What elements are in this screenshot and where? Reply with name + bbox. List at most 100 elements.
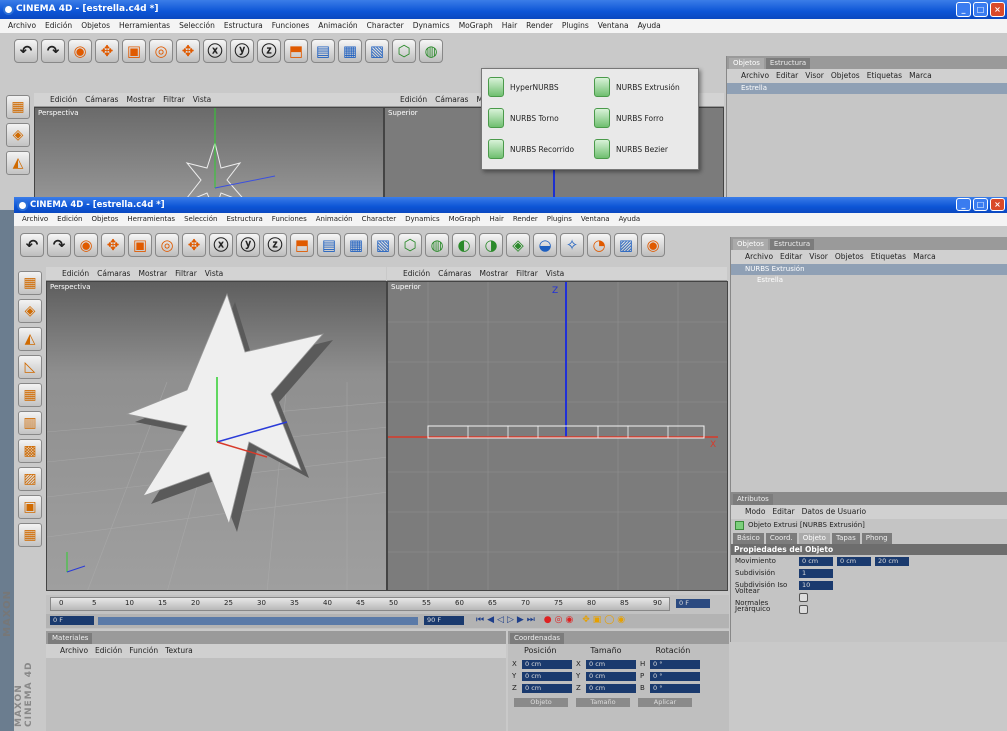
move-icon[interactable]: ✥ (95, 39, 119, 63)
obj-menu-etiquetas[interactable]: Etiquetas (871, 250, 906, 264)
object-icon[interactable]: ◈ (18, 299, 42, 323)
tab-phong[interactable]: Phong (861, 533, 892, 544)
axis-icon[interactable]: ✥ (182, 233, 206, 257)
vp-menu-mostrar[interactable]: Mostrar (126, 93, 155, 106)
obj-menu-objetos[interactable]: Objetos (831, 69, 860, 83)
menu-plugins[interactable]: Plugins (547, 213, 572, 226)
minimize-icon[interactable]: _ (956, 198, 971, 211)
camera-icon[interactable]: ✧ (560, 233, 584, 257)
position-field[interactable]: 0 cm (522, 671, 572, 681)
object-icon[interactable]: ◈ (6, 123, 30, 147)
vp-menu-filtrar[interactable]: Filtrar (163, 93, 185, 106)
z-lock-icon[interactable]: ⓩ (263, 233, 287, 257)
menu-animaci-n[interactable]: Animación (318, 19, 357, 33)
menu-dynamics[interactable]: Dynamics (405, 213, 440, 226)
menu-herramientas[interactable]: Herramientas (127, 213, 175, 226)
frame-end[interactable]: 90 F (424, 616, 464, 625)
menu-herramientas[interactable]: Herramientas (119, 19, 170, 33)
menu-funciones[interactable]: Funciones (272, 213, 307, 226)
menu-ayuda[interactable]: Ayuda (619, 213, 641, 226)
redo-icon[interactable]: ↷ (41, 39, 65, 63)
front-title-bar[interactable]: CINEMA 4D - [estrella.c4d *] _ □ × (14, 197, 1007, 213)
render-picture-icon[interactable]: ▧ (371, 233, 395, 257)
model-icon[interactable]: ▦ (6, 95, 30, 119)
menu-selecci-n[interactable]: Selección (179, 19, 215, 33)
obj-menu-archivo[interactable]: Archivo (745, 250, 773, 264)
cube-icon[interactable]: ⬡ (398, 233, 422, 257)
mat-menu-textura[interactable]: Textura (165, 644, 193, 658)
size-field[interactable]: 0 cm (586, 683, 636, 693)
timeline[interactable]: 0 5 10 15 20 25 30 35 40 45 50 55 60 65 70 75 80 85 90 0 F… (46, 595, 729, 629)
edge-icon[interactable]: ◺ (18, 355, 42, 379)
point-icon[interactable]: ◭ (6, 151, 30, 175)
vp-menu-filtrar[interactable]: Filtrar (175, 267, 197, 280)
close-icon[interactable]: × (990, 2, 1005, 17)
nurbs-loft-item[interactable]: NURBS Forro (594, 104, 664, 132)
x-lock-icon[interactable]: ⓧ (203, 39, 227, 63)
menu-selecci-n[interactable]: Selección (184, 213, 217, 226)
menu-plugins[interactable]: Plugins (562, 19, 589, 33)
checkbox[interactable] (799, 592, 808, 602)
menu-ayuda[interactable]: Ayuda (638, 19, 661, 33)
live-select-icon[interactable]: ◉ (74, 233, 98, 257)
grid-icon[interactable]: ▨ (18, 467, 42, 491)
object-row[interactable]: Estrella (727, 83, 1007, 94)
maximize-icon[interactable]: □ (973, 198, 988, 211)
menu-estructura[interactable]: Estructura (226, 213, 262, 226)
tweak-icon[interactable]: ▣ (18, 495, 42, 519)
vp-menu-c-maras[interactable]: Cámaras (85, 93, 118, 106)
vp-menu-c-maras[interactable]: Cámaras (438, 267, 471, 280)
attr-menu-datos-de-usuario[interactable]: Datos de Usuario (802, 505, 866, 519)
material-icon[interactable]: ▨ (614, 233, 638, 257)
vp-menu-c-maras[interactable]: Cámaras (435, 93, 468, 106)
maximize-icon[interactable]: □ (973, 2, 988, 17)
vp-menu-edici-n[interactable]: Edición (400, 93, 427, 106)
menu-edici-n[interactable]: Edición (57, 213, 82, 226)
front-perspective-viewport[interactable]: Perspectiva (46, 281, 387, 591)
attr-menu-editar[interactable]: Editar (772, 505, 794, 519)
menu-animaci-n[interactable]: Animación (316, 213, 353, 226)
mat-menu-archivo[interactable]: Archivo (60, 644, 88, 658)
menu-estructura[interactable]: Estructura (224, 19, 263, 33)
light-icon[interactable]: ◒ (533, 233, 557, 257)
coords-icon[interactable]: ⬒ (290, 233, 314, 257)
obj-menu-editar[interactable]: Editar (776, 69, 798, 83)
rotate-icon[interactable]: ◎ (155, 233, 179, 257)
scene-icon[interactable]: ◈ (506, 233, 530, 257)
menu-render[interactable]: Render (526, 19, 553, 33)
coords-button[interactable]: Objeto (514, 698, 568, 707)
obj-menu-visor[interactable]: Visor (805, 69, 824, 83)
playback-controls[interactable]: ⏮◀◁▷▶⏭ ●◎◉ ✥▣◯◉ (476, 615, 628, 625)
nurbs-lathe-item[interactable]: NURBS Torno (488, 104, 559, 132)
nurbs-bezier-item[interactable]: NURBS Bezier (594, 135, 668, 163)
tab-estructura[interactable]: Estructura (769, 239, 815, 250)
vp-menu-edici-n[interactable]: Edición (50, 93, 77, 106)
cube-icon[interactable]: ⬡ (392, 39, 416, 63)
axis-mode-icon[interactable]: ▩ (18, 439, 42, 463)
y-lock-icon[interactable]: ⓨ (230, 39, 254, 63)
prop-value[interactable]: 20 cm (875, 556, 909, 566)
menu-hair[interactable]: Hair (502, 19, 517, 33)
tab-coord-[interactable]: Coord. (765, 533, 797, 544)
render-picture-icon[interactable]: ▧ (365, 39, 389, 63)
menu-edici-n[interactable]: Edición (45, 19, 72, 33)
rotation-field[interactable]: 0 ° (650, 683, 700, 693)
undo-icon[interactable]: ↶ (20, 233, 44, 257)
checkbox[interactable] (799, 604, 808, 614)
vp-menu-vista[interactable]: Vista (205, 267, 224, 280)
obj-menu-marca[interactable]: Marca (913, 250, 936, 264)
deformer-icon[interactable]: ◑ (479, 233, 503, 257)
coords-button[interactable]: Aplicar (638, 698, 692, 707)
menu-character[interactable]: Character (362, 213, 397, 226)
obj-menu-marca[interactable]: Marca (909, 69, 932, 83)
timeline-ruler[interactable]: 0 5 10 15 20 25 30 35 40 45 50 55 60 65 70 75 80 85 90 (50, 597, 670, 611)
polygon-icon[interactable]: ▦ (18, 383, 42, 407)
back-title-bar[interactable]: CINEMA 4D - [estrella.c4d *] _ □ × (0, 0, 1007, 19)
menu-dynamics[interactable]: Dynamics (413, 19, 450, 33)
vp-menu-edici-n[interactable]: Edición (403, 267, 430, 280)
nurbs-icon[interactable]: ◍ (425, 233, 449, 257)
tag-icon[interactable]: ◔ (587, 233, 611, 257)
hypernurbs-item[interactable]: HyperNURBS (488, 73, 559, 101)
object-row[interactable]: Estrella (731, 275, 1007, 286)
vp-menu-mostrar[interactable]: Mostrar (138, 267, 167, 280)
